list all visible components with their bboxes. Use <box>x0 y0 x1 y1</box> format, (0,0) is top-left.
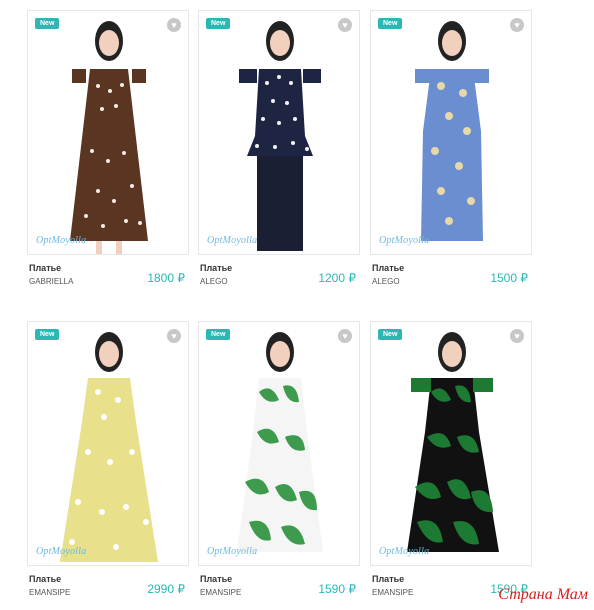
product-info: Платье ALEGO 1200 ₽ <box>198 263 360 297</box>
product-card[interactable]: New ♥ OptMoyolla Платье EMANSIPE 1590 ₽ <box>198 321 360 608</box>
new-badge: New <box>206 18 231 29</box>
dress-image <box>415 21 489 241</box>
dress-image <box>60 332 158 562</box>
dress-image <box>237 332 323 552</box>
dress-image <box>70 21 148 254</box>
new-badge: New <box>35 18 60 29</box>
product-info: Платье ALEGO 1500 ₽ <box>370 263 532 297</box>
product-photo[interactable]: New ♥ OptMoyolla <box>27 10 189 255</box>
product-info: Платье EMANSIPE 2990 ₽ <box>27 574 189 608</box>
product-price: 1200 ₽ <box>318 271 356 285</box>
product-info: Платье GABRIELLA 1800 ₽ <box>27 263 189 297</box>
product-card[interactable]: New ♥ OptMoyolla Платье ALEGO 1200 ₽ <box>198 10 360 297</box>
product-card[interactable]: New ♥ OptMoyolla Платье EMANSIPE 2990 ₽ <box>27 321 189 608</box>
new-badge: New <box>206 329 231 340</box>
product-model[interactable]: EMANSIPE <box>372 588 413 597</box>
product-model[interactable]: GABRIELLA <box>29 277 73 286</box>
dress-image <box>239 21 321 251</box>
brand-logo: OptMoyolla <box>379 235 430 246</box>
product-model[interactable]: ALEGO <box>372 277 400 286</box>
heart-icon[interactable]: ♥ <box>510 329 524 343</box>
heart-icon[interactable]: ♥ <box>510 18 524 32</box>
product-info: Платье EMANSIPE 1590 ₽ <box>198 574 360 608</box>
product-card[interactable]: New ♥ OptMoyolla Платье ALEGO 1500 ₽ <box>370 10 532 297</box>
product-photo[interactable]: New ♥ OptMoyolla <box>27 321 189 566</box>
heart-icon[interactable]: ♥ <box>338 18 352 32</box>
product-type[interactable]: Платье <box>372 574 404 584</box>
heart-icon[interactable]: ♥ <box>167 329 181 343</box>
brand-logo: OptMoyolla <box>207 235 258 246</box>
new-badge: New <box>378 18 403 29</box>
product-model[interactable]: EMANSIPE <box>200 588 241 597</box>
product-price: 2990 ₽ <box>147 582 185 596</box>
dress-image <box>407 332 499 552</box>
new-badge: New <box>378 329 403 340</box>
product-type[interactable]: Платье <box>200 574 232 584</box>
product-card[interactable]: New ♥ OptMoyolla Платье GABRIELLA 1800 ₽ <box>27 10 189 297</box>
product-card[interactable]: New ♥ OptMoyolla Платье EMANSIPE 1590 ₽ <box>370 321 532 608</box>
product-price: 1800 ₽ <box>147 271 185 285</box>
new-badge: New <box>35 329 60 340</box>
product-photo[interactable]: New ♥ OptMoyolla <box>198 321 360 566</box>
product-model[interactable]: EMANSIPE <box>29 588 70 597</box>
heart-icon[interactable]: ♥ <box>167 18 181 32</box>
product-price: 1590 ₽ <box>318 582 356 596</box>
product-price: 1500 ₽ <box>490 271 528 285</box>
product-model[interactable]: ALEGO <box>200 277 228 286</box>
brand-logo: OptMoyolla <box>36 235 87 246</box>
product-photo[interactable]: New ♥ OptMoyolla <box>198 10 360 255</box>
product-photo[interactable]: New ♥ OptMoyolla <box>370 10 532 255</box>
product-photo[interactable]: New ♥ OptMoyolla <box>370 321 532 566</box>
site-watermark: Страна Мам <box>498 586 588 603</box>
brand-logo: OptMoyolla <box>36 546 87 557</box>
product-type[interactable]: Платье <box>372 263 404 273</box>
product-type[interactable]: Платье <box>29 574 61 584</box>
product-type[interactable]: Платье <box>29 263 61 273</box>
brand-logo: OptMoyolla <box>207 546 258 557</box>
brand-logo: OptMoyolla <box>379 546 430 557</box>
heart-icon[interactable]: ♥ <box>338 329 352 343</box>
product-type[interactable]: Платье <box>200 263 232 273</box>
